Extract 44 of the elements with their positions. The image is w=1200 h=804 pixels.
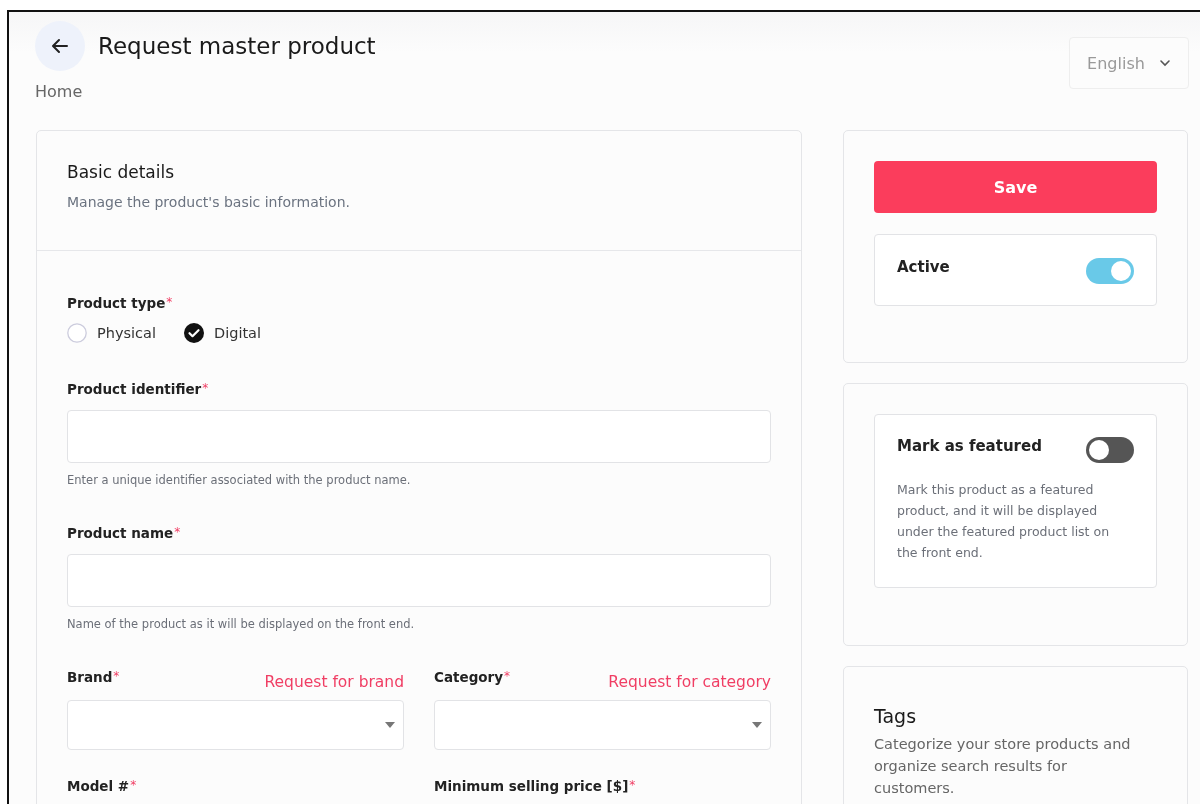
radio-button[interactable] <box>67 323 87 343</box>
toggle-label: Mark as featured <box>897 437 1042 455</box>
section-title: Tags <box>874 705 918 727</box>
caret-down-icon <box>385 722 395 728</box>
toggle-switch[interactable] <box>1086 437 1134 463</box>
text-input[interactable] <box>67 410 771 463</box>
request-link[interactable]: Request for brand <box>264 673 404 691</box>
required-mark: * <box>504 669 511 683</box>
required-mark: * <box>166 295 173 309</box>
required-mark: * <box>130 778 137 792</box>
dropdown-select[interactable] <box>67 700 404 750</box>
request-link[interactable]: Request for category <box>608 673 771 691</box>
section-title: Basic details <box>67 162 176 182</box>
chevron-down-icon <box>1158 58 1171 68</box>
radio-label[interactable]: Digital <box>214 325 261 341</box>
back-arrow-icon <box>51 37 69 55</box>
back-button[interactable] <box>35 21 85 71</box>
required-mark: * <box>202 381 209 395</box>
featured-description: Mark this product as a featured product, and it will be displayed under the featured product list on the front end. <box>897 481 1111 562</box>
field-label: Product name <box>67 525 174 541</box>
language-select[interactable]: English <box>1069 37 1189 89</box>
field-label: Product type <box>67 295 166 311</box>
required-mark: * <box>113 669 120 683</box>
required-mark: * <box>174 525 181 539</box>
field-label: Product identifier <box>67 381 202 397</box>
page-title: Request master product <box>98 33 376 59</box>
radio-label[interactable]: Physical <box>97 325 156 341</box>
field-hint: Enter a unique identifier associated with the product name. <box>67 473 412 487</box>
required-mark: * <box>629 778 636 792</box>
dropdown-select[interactable] <box>434 700 771 750</box>
radio-checked[interactable] <box>184 323 204 343</box>
field-label: Model # <box>67 778 130 794</box>
section-subtitle: Manage the product's basic information. <box>67 194 351 210</box>
toggle-label: Active <box>897 258 950 276</box>
text-input[interactable] <box>67 554 771 607</box>
section-description: Categorize your store products and organize search results for customers. <box>874 735 1132 798</box>
field-label: Brand <box>67 669 113 685</box>
toggle-switch[interactable] <box>1086 258 1134 284</box>
field-hint: Name of the product as it will be displayed on the front end. <box>67 617 416 631</box>
field-label: Category <box>434 669 504 685</box>
breadcrumb-link[interactable]: Home <box>35 82 376 101</box>
save-button[interactable]: Save <box>874 161 1157 213</box>
caret-down-icon <box>752 722 762 728</box>
field-label: Minimum selling price [$] <box>434 778 629 794</box>
